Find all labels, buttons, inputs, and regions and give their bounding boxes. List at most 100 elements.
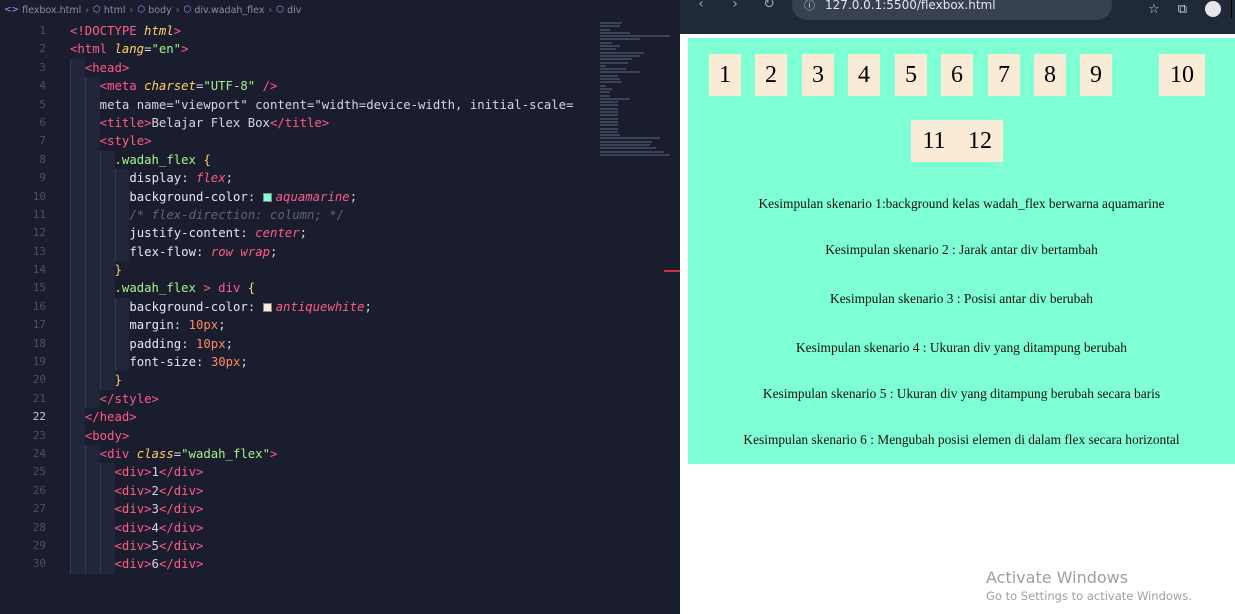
reload-icon[interactable]: ↻ (758, 0, 780, 12)
code-line[interactable]: 17 margin: 10px; (0, 316, 680, 335)
code-line[interactable]: 2 <html lang="en"> (0, 40, 680, 58)
line-number: 4 (39, 79, 46, 93)
indent-guide (84, 316, 86, 335)
toolbar-actions: ☆ ⧉ (1148, 0, 1235, 18)
indent-guide (70, 408, 71, 427)
indent-guide (114, 316, 116, 335)
element-icon: ⬡ (276, 5, 285, 15)
code-line[interactable]: 3 <head> (0, 58, 680, 78)
extensions-icon[interactable]: ⧉ (1178, 2, 1187, 17)
star-icon[interactable]: ☆ (1148, 2, 1160, 17)
code-line[interactable]: 25 <div>1</div> (0, 463, 680, 482)
indent-fill (70, 371, 115, 390)
code-line[interactable]: 23 <body> (0, 426, 680, 445)
forward-icon[interactable]: › (724, 0, 746, 12)
code-line[interactable]: 5 meta name="viewport" content="width=dev… (0, 95, 680, 114)
indent-fill (70, 261, 115, 280)
minimap-line (600, 147, 656, 150)
breadcrumb-div-wadah[interactable]: ⬡ div.wadah_flex (184, 5, 265, 16)
indent-guide (70, 518, 71, 537)
conclusion-text: Kesimpulan skenario 1:background kelas w… (758, 196, 1165, 211)
code-editor[interactable]: <> flexbox.html › ⬡ html › ⬡ body › ⬡ div.wa… (0, 0, 680, 614)
code-text: <html lang="en"> (70, 42, 189, 57)
code-line[interactable]: 12 justify-content: center; (0, 224, 680, 243)
code-line[interactable]: 26 <div>2</div> (0, 481, 680, 501)
code-text: <div>3</div> (114, 502, 204, 517)
minimap-line (600, 64, 606, 67)
line-number: 16 (32, 299, 46, 313)
code-line[interactable]: 11 /* flex-direction: column; */ (0, 205, 680, 225)
code-line[interactable]: 30 <div>6</div> (0, 555, 680, 574)
code-line[interactable]: 21 </style> (0, 389, 680, 409)
line-number: 26 (32, 483, 46, 497)
code-lines[interactable]: 1 <!DOCTYPE html> 2 <html lang="en"> 3 <head>… (0, 22, 680, 574)
minimap-line (600, 143, 650, 146)
code-line[interactable]: 27 <div>3</div> (0, 500, 680, 519)
code-text: background-color: antiquewhite; (129, 299, 372, 314)
indent-guide (70, 371, 71, 390)
minimap-line (600, 25, 620, 28)
code-line[interactable]: 9 display: flex; (0, 169, 680, 188)
indent-guide (70, 205, 71, 225)
breadcrumb-body[interactable]: ⬡ body (137, 5, 171, 16)
avatar[interactable] (1205, 1, 1221, 17)
back-icon[interactable]: ‹ (690, 0, 712, 12)
minimap-line (600, 22, 622, 24)
code-text: } (114, 373, 122, 388)
code-line[interactable]: 20} (0, 371, 680, 390)
indent-fill (70, 555, 115, 574)
code-line[interactable]: 24 <div class="wadah_flex"> (0, 444, 680, 464)
code-line[interactable]: 14} (0, 261, 680, 280)
breadcrumb-div[interactable]: ⬡ div (276, 5, 301, 16)
code-text: justify-content: center; (129, 226, 308, 241)
code-line[interactable]: 13 flex-flow: row wrap; (0, 242, 680, 262)
indent-guide (70, 316, 71, 335)
indent-fill (70, 426, 85, 445)
flex-item: 4 (848, 54, 880, 96)
indent-guide (84, 463, 86, 482)
flex-item: 11 (911, 120, 957, 162)
code-line[interactable]: 1 <!DOCTYPE html> (0, 22, 680, 40)
breadcrumb-html[interactable]: ⬡ html (93, 5, 126, 16)
indent-guide (99, 279, 101, 298)
breadcrumb-file[interactable]: <> flexbox.html (4, 5, 81, 16)
indent-guide (114, 353, 116, 372)
indent-guide (84, 334, 86, 354)
indent-guide (70, 242, 71, 262)
conclusion-text: Kesimpulan skenario 5 : Ukuran div yang … (762, 386, 1161, 401)
indent-guide (84, 77, 86, 96)
minimap[interactable] (600, 22, 674, 156)
code-text: <div>1</div> (114, 465, 204, 480)
indent-guide (99, 500, 101, 519)
element-icon: ⬡ (137, 5, 146, 15)
site-info-icon[interactable]: ⓘ (804, 0, 815, 13)
line-number: 6 (39, 115, 46, 129)
indent-guide (114, 224, 116, 243)
code-line[interactable]: 10 background-color: aquamarine; (0, 187, 680, 206)
code-line[interactable]: 7 <style> (0, 132, 680, 151)
indent-guide (70, 77, 71, 96)
code-line[interactable]: 16 background-color: antiquewhite; (0, 297, 680, 317)
indent-guide (70, 334, 71, 354)
indent-guide (114, 242, 116, 262)
code-line[interactable]: 18 padding: 10px; (0, 334, 680, 354)
browser-toolbar: ‹ › ↻ ⓘ 127.0.0.1:5500/flexbox.html ☆ ⧉ (680, 0, 1235, 34)
code-line[interactable]: 22 </head> (0, 408, 680, 427)
address-text: 127.0.0.1:5500/flexbox.html (825, 0, 996, 12)
code-line[interactable]: 29 <div>5</div> (0, 536, 680, 556)
indent-guide (84, 279, 86, 298)
code-text: <div class="wadah_flex"> (99, 446, 278, 461)
indent-guide (84, 95, 86, 114)
code-text: background-color: aquamarine; (129, 189, 358, 204)
code-line[interactable]: 6 <title>Belajar Flex Box</title> (0, 113, 680, 133)
address-bar[interactable]: ⓘ 127.0.0.1:5500/flexbox.html (792, 0, 1112, 20)
watermark-subtitle: Go to Settings to activate Windows. (986, 589, 1192, 603)
code-line[interactable]: 15 .wadah_flex > div { (0, 279, 680, 298)
code-line[interactable]: 19 font-size: 30px; (0, 353, 680, 372)
indent-guide (70, 150, 71, 170)
code-text: } (114, 263, 122, 278)
code-line[interactable]: 4 <meta charset="UTF-8" /> (0, 77, 680, 96)
code-line[interactable]: 28 <div>4</div> (0, 518, 680, 537)
code-line[interactable]: 8 .wadah_flex { (0, 150, 680, 170)
indent-guide (84, 536, 86, 556)
